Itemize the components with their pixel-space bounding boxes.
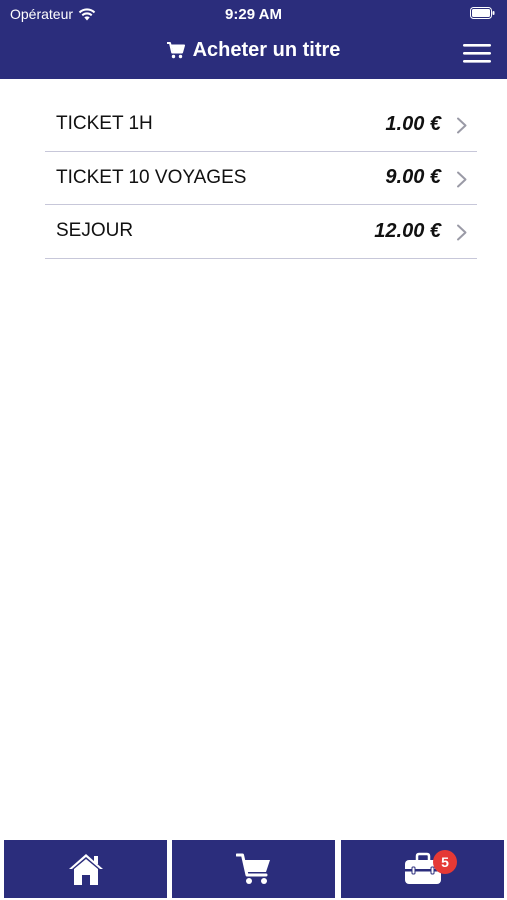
hamburger-menu-icon[interactable] xyxy=(461,41,493,65)
tab-home[interactable] xyxy=(4,840,167,898)
ticket-price: 1.00 € xyxy=(385,112,441,135)
page-title-group: Acheter un titre xyxy=(0,39,507,62)
chevron-right-icon xyxy=(457,117,467,134)
app-header: Opérateur 9:29 AM Acheter un titre xyxy=(0,0,507,79)
ticket-row-10-voyages[interactable]: TICKET 10 VOYAGES 9.00 € xyxy=(45,152,477,205)
tab-toolbox[interactable]: 5 xyxy=(341,840,504,898)
title-bar: Acheter un titre xyxy=(0,28,507,79)
cart-icon xyxy=(235,853,270,884)
home-icon xyxy=(68,854,103,885)
tab-cart[interactable] xyxy=(172,840,335,898)
ticket-row-sejour[interactable]: SEJOUR 12.00 € xyxy=(45,205,477,259)
cart-icon xyxy=(166,42,185,59)
screen: Opérateur 9:29 AM Acheter un titre TICKE… xyxy=(0,0,507,900)
chevron-right-icon xyxy=(457,171,467,187)
ticket-name: TICKET 1H xyxy=(56,113,153,135)
bottom-tab-bar: 5 xyxy=(0,838,507,900)
battery-icon xyxy=(470,7,495,19)
ticket-name: SEJOUR xyxy=(56,220,134,242)
ticket-price: 9.00 € xyxy=(385,166,441,189)
chevron-right-icon xyxy=(457,224,467,241)
page-title: Acheter un titre xyxy=(192,39,341,61)
status-bar: Opérateur 9:29 AM xyxy=(0,0,507,28)
ticket-name: TICKET 10 VOYAGES xyxy=(56,166,247,188)
ticket-row-1h[interactable]: TICKET 1H 1.00 € xyxy=(45,98,477,152)
status-time: 9:29 AM xyxy=(225,6,282,23)
notification-badge: 5 xyxy=(433,850,457,874)
ticket-list: TICKET 1H 1.00 € TICKET 10 VOYAGES 9.00 … xyxy=(45,98,477,259)
ticket-price: 12.00 € xyxy=(374,219,441,242)
